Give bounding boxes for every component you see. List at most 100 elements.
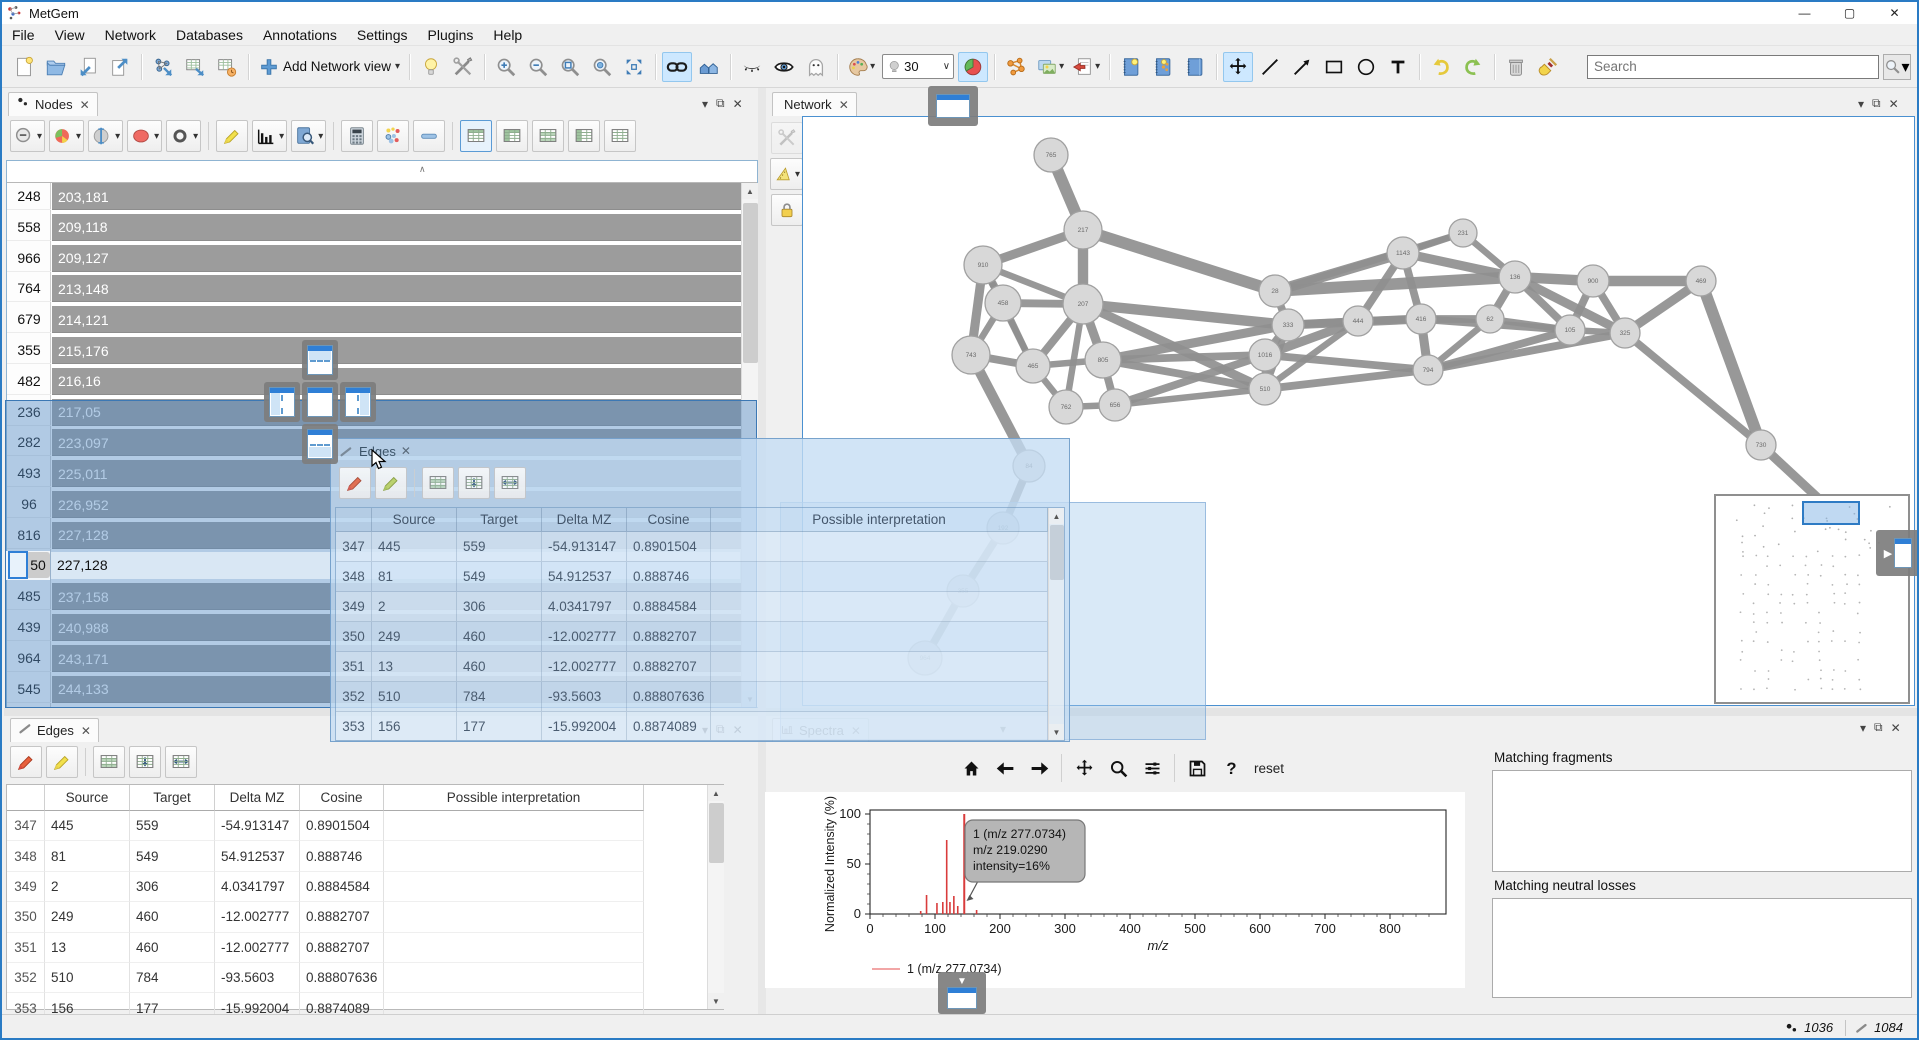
- floating-close-icon[interactable]: ✕: [401, 444, 411, 458]
- import-network-button[interactable]: [148, 52, 178, 82]
- column-header[interactable]: Cosine: [300, 785, 384, 811]
- table-cell[interactable]: -54.913147: [542, 532, 627, 562]
- table-cell[interactable]: 81: [45, 841, 130, 871]
- table-cell[interactable]: [384, 872, 644, 902]
- column-header[interactable]: Source: [45, 785, 130, 811]
- scrollbar-thumb[interactable]: [1050, 525, 1064, 580]
- dock-indicator-window-bottom[interactable]: ▼: [938, 972, 986, 1014]
- table-cell[interactable]: 559: [457, 532, 542, 562]
- redo-button[interactable]: [1458, 52, 1488, 82]
- table-cell[interactable]: 353: [336, 712, 372, 741]
- ghost-button[interactable]: [801, 52, 831, 82]
- table-cell[interactable]: 784: [457, 682, 542, 712]
- table-cell[interactable]: 348: [7, 841, 45, 871]
- maximize-button[interactable]: ▢: [1827, 2, 1872, 24]
- menu-item-databases[interactable]: Databases: [166, 25, 253, 45]
- node-size-button[interactable]: ▾: [88, 120, 123, 152]
- table-cell[interactable]: 0.8882707: [300, 902, 384, 932]
- import-table-button[interactable]: [180, 52, 210, 82]
- dock-indicator-top[interactable]: [302, 340, 338, 380]
- table-cell[interactable]: 0.888746: [627, 562, 711, 592]
- column-header[interactable]: Possible interpretation: [711, 508, 1048, 532]
- table-header-button[interactable]: [460, 120, 492, 152]
- sliders-button[interactable]: [1137, 754, 1167, 782]
- network-edge[interactable]: [1083, 230, 1275, 291]
- table-cell[interactable]: 13: [45, 933, 130, 963]
- dock-indicator-center[interactable]: [302, 382, 338, 422]
- dock-indicator-bottom[interactable]: [302, 424, 338, 464]
- notebook-button[interactable]: [1180, 52, 1210, 82]
- help-button[interactable]: ?: [1216, 754, 1246, 782]
- column-header[interactable]: Source: [372, 508, 457, 532]
- table-cell[interactable]: 549: [130, 841, 215, 871]
- import-doc-button[interactable]: [73, 52, 103, 82]
- table-cell[interactable]: 2: [45, 872, 130, 902]
- menu-item-plugins[interactable]: Plugins: [418, 25, 484, 45]
- table-cell[interactable]: [711, 622, 1048, 652]
- table-cell[interactable]: -93.5603: [542, 682, 627, 712]
- table-cell[interactable]: 460: [130, 902, 215, 932]
- draw-rect-button[interactable]: [1319, 52, 1349, 82]
- draw-arrow-button[interactable]: [1287, 52, 1317, 82]
- table-cell[interactable]: 349: [336, 592, 372, 622]
- table-cell[interactable]: [711, 532, 1048, 562]
- column-header[interactable]: Delta MZ: [215, 785, 300, 811]
- node-row-value[interactable]: 215,176: [52, 337, 741, 364]
- table-cell[interactable]: 306: [457, 592, 542, 622]
- table-cell[interactable]: 0.8874089: [627, 712, 711, 741]
- scrollbar-thumb[interactable]: [743, 203, 758, 363]
- highlight-yellow-button[interactable]: [46, 746, 78, 778]
- table-cell[interactable]: 2: [372, 592, 457, 622]
- ruler-button[interactable]: ▾: [770, 158, 803, 190]
- table-cell[interactable]: 0.8882707: [627, 652, 711, 682]
- node-row-id[interactable]: 248: [7, 183, 51, 210]
- table-cell[interactable]: 559: [130, 811, 215, 841]
- table-plain-button[interactable]: [604, 120, 636, 152]
- highlight-yellow-button[interactable]: [216, 120, 248, 152]
- node-row-id[interactable]: 355: [7, 337, 51, 364]
- edges-table-scrollbar[interactable]: ▲ ▼: [707, 785, 724, 1009]
- report-button[interactable]: ▾: [1069, 52, 1103, 82]
- table-down-button[interactable]: [458, 467, 490, 499]
- search-button[interactable]: ▾: [1883, 54, 1911, 80]
- reset-button[interactable]: reset: [1248, 759, 1290, 778]
- dock-float-icon[interactable]: ⧉: [1874, 720, 1883, 735]
- dock-indicator-window-top[interactable]: [928, 86, 978, 126]
- highlight-green-button[interactable]: [375, 467, 407, 499]
- table-cell[interactable]: 177: [457, 712, 542, 741]
- dock-close-icon[interactable]: ✕: [1889, 97, 1899, 111]
- column-header[interactable]: [336, 508, 372, 532]
- table-cell[interactable]: 0.8901504: [300, 811, 384, 841]
- screenshot-button[interactable]: ▾: [1033, 52, 1067, 82]
- table-cell[interactable]: 306: [130, 872, 215, 902]
- floating-table-scrollbar[interactable]: ▲ ▼: [1048, 508, 1064, 740]
- scroll-up-icon[interactable]: ▲: [708, 785, 724, 801]
- node-row-value[interactable]: 216,16: [52, 368, 741, 395]
- table-cell[interactable]: 784: [130, 963, 215, 993]
- table-cell[interactable]: 350: [336, 622, 372, 652]
- column-header[interactable]: Cosine: [627, 508, 711, 532]
- table-cell[interactable]: 352: [7, 963, 45, 993]
- table-cell[interactable]: -54.913147: [215, 811, 300, 841]
- menu-item-network[interactable]: Network: [95, 25, 166, 45]
- table-cell[interactable]: 156: [372, 712, 457, 741]
- table-cell[interactable]: [711, 712, 1048, 741]
- table-cell[interactable]: 54.912537: [215, 841, 300, 871]
- node-color-button[interactable]: ▾: [127, 120, 162, 152]
- menu-item-file[interactable]: File: [2, 25, 45, 45]
- link-button[interactable]: [662, 52, 692, 82]
- table-cell[interactable]: 347: [336, 532, 372, 562]
- menu-item-settings[interactable]: Settings: [347, 25, 418, 45]
- table-cell[interactable]: 445: [45, 811, 130, 841]
- zoom-fit-button[interactable]: [555, 52, 585, 82]
- node-row-id[interactable]: 679: [7, 306, 51, 333]
- lightbulb-button[interactable]: [416, 52, 446, 82]
- table-cell[interactable]: 510: [372, 682, 457, 712]
- table-down-button[interactable]: [129, 746, 161, 778]
- dock-indicator-left[interactable]: [264, 382, 300, 422]
- table-cell[interactable]: [384, 963, 644, 993]
- dock-float-icon[interactable]: ⧉: [1872, 96, 1881, 111]
- table-cell[interactable]: 445: [372, 532, 457, 562]
- export-doc-button[interactable]: [105, 52, 135, 82]
- new-file-button[interactable]: [9, 52, 39, 82]
